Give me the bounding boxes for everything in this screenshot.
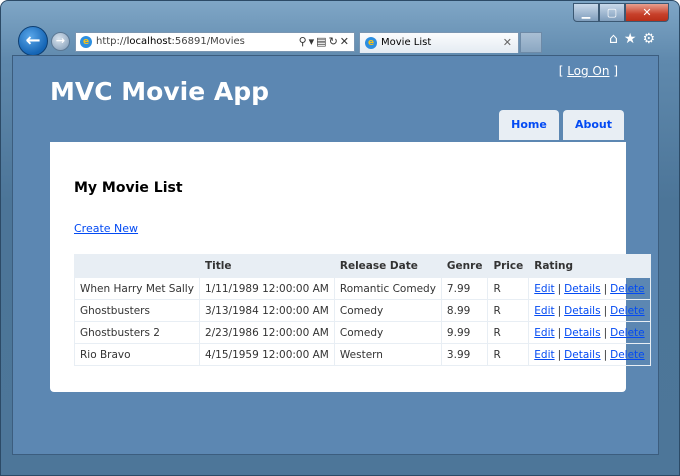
cell-rating: R — [487, 277, 530, 300]
app-title: MVC Movie App — [50, 77, 269, 106]
log-on-area: [ Log On ] — [558, 64, 618, 78]
log-on-link[interactable]: Log On — [567, 64, 609, 78]
cell-rating: R — [487, 299, 530, 322]
create-new-link[interactable]: Create New — [74, 222, 138, 235]
details-link[interactable]: Details — [564, 305, 600, 317]
delete-link[interactable]: Delete — [610, 349, 645, 361]
cell-actions: Edit | Details | Delete — [528, 299, 651, 322]
column-header-rating: Rating — [528, 254, 651, 278]
cell-release-date: 3/13/1984 12:00:00 AM — [198, 299, 335, 322]
stop-icon: ✕ — [339, 35, 351, 48]
cell-release-date: 4/15/1959 12:00:00 AM — [198, 343, 335, 366]
command-icons: ⌂★⚙ — [609, 31, 661, 47]
cell-price: 9.99 — [440, 321, 489, 344]
table-header-row: Title Release Date Genre Price Rating — [74, 254, 651, 278]
cell-rating: R — [487, 321, 530, 344]
window-controls: ▁ ▢ ✕ — [573, 3, 669, 22]
edit-link[interactable]: Edit — [534, 327, 554, 339]
cell-price: 8.99 — [440, 299, 489, 322]
ie-page-icon: e — [80, 36, 92, 48]
search-icon: ⚲ — [298, 35, 309, 48]
main-content: My Movie List Create New Title Release D… — [50, 142, 651, 392]
back-arrow-icon[interactable]: ← — [18, 26, 48, 56]
cell-price: 7.99 — [440, 277, 489, 300]
menu-home[interactable]: Home — [499, 110, 559, 140]
cell-actions: Edit | Details | Delete — [528, 321, 651, 344]
cell-genre: Western — [333, 343, 442, 366]
table-row: When Harry Met Sally 1/11/1989 12:00:00 … — [74, 277, 651, 300]
cell-rating: R — [487, 343, 530, 366]
browser-tab[interactable]: e Movie List ✕ — [359, 32, 519, 53]
minimize-icon[interactable]: ▁ — [573, 3, 599, 22]
address-bar[interactable]: e http://localhost:56891/Movies ⚲▾▤↻✕ — [75, 32, 355, 52]
new-tab-button[interactable] — [520, 32, 542, 53]
details-link[interactable]: Details — [564, 283, 600, 295]
movie-table: Title Release Date Genre Price Rating Wh… — [74, 254, 651, 366]
tab-close-icon[interactable]: ✕ — [503, 33, 512, 53]
address-url: http://localhost:56891/Movies — [96, 36, 245, 47]
column-header-release-date: Release Date — [333, 254, 442, 278]
cell-release-date: 1/11/1989 12:00:00 AM — [198, 277, 335, 300]
close-icon[interactable]: ✕ — [625, 3, 669, 22]
delete-link[interactable]: Delete — [610, 283, 645, 295]
cell-genre: Romantic Comedy — [333, 277, 442, 300]
delete-link[interactable]: Delete — [610, 327, 645, 339]
details-link[interactable]: Details — [564, 349, 600, 361]
forward-arrow-icon[interactable]: → — [51, 32, 70, 51]
edit-link[interactable]: Edit — [534, 305, 554, 317]
delete-link[interactable]: Delete — [610, 305, 645, 317]
home-icon[interactable]: ⌂ — [609, 31, 624, 47]
tab-title: Movie List — [381, 37, 432, 48]
page-heading: My Movie List — [74, 180, 183, 196]
column-header — [74, 254, 200, 278]
cell-actions: Edit | Details | Delete — [528, 343, 651, 366]
column-header-genre: Genre — [440, 254, 489, 278]
column-header-title: Title — [198, 254, 335, 278]
cell-genre: Comedy — [333, 321, 442, 344]
edit-link[interactable]: Edit — [534, 283, 554, 295]
gear-icon[interactable]: ⚙ — [642, 31, 661, 47]
cell-genre: Comedy — [333, 299, 442, 322]
cell-title: When Harry Met Sally — [74, 277, 200, 300]
edit-link[interactable]: Edit — [534, 349, 554, 361]
table-row: Rio Bravo 4/15/1959 12:00:00 AM Western … — [74, 343, 651, 366]
cell-title: Ghostbusters 2 — [74, 321, 200, 344]
favorites-star-icon[interactable]: ★ — [624, 31, 643, 47]
cell-title: Ghostbusters — [74, 299, 200, 322]
compat-icon: ▤ — [316, 35, 329, 48]
main-menu: Home About — [499, 110, 624, 140]
maximize-icon[interactable]: ▢ — [599, 3, 625, 22]
column-header-price: Price — [487, 254, 530, 278]
refresh-icon: ↻ — [328, 35, 340, 48]
page-viewport: [ Log On ] MVC Movie App Home About My M… — [12, 55, 659, 455]
ie-tab-icon: e — [365, 37, 377, 49]
details-link[interactable]: Details — [564, 327, 600, 339]
cell-actions: Edit | Details | Delete — [528, 277, 651, 300]
menu-about[interactable]: About — [563, 110, 624, 140]
table-row: Ghostbusters 2 2/23/1986 12:00:00 AM Com… — [74, 321, 651, 344]
cell-release-date: 2/23/1986 12:00:00 AM — [198, 321, 335, 344]
address-tools[interactable]: ⚲▾▤↻✕ — [299, 33, 351, 51]
cell-title: Rio Bravo — [74, 343, 200, 366]
browser-window: ▁ ▢ ✕ ← → e http://localhost:56891/Movie… — [0, 0, 680, 476]
cell-price: 3.99 — [440, 343, 489, 366]
table-row: Ghostbusters 3/13/1984 12:00:00 AM Comed… — [74, 299, 651, 322]
